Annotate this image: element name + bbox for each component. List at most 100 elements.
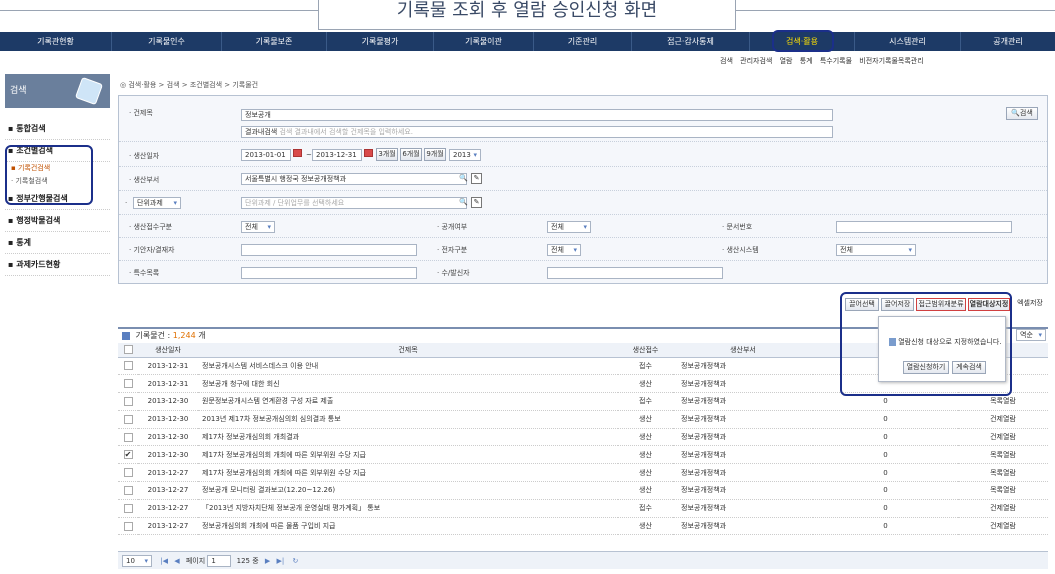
row-title[interactable]: 2013년 제17차 정보공개심의회 심의결과 통보 [198,410,618,429]
refresh-icon[interactable]: ↻ [293,557,299,565]
sidebar-item-conditional-search[interactable]: ▪ 조건별검색 [5,140,110,162]
dept-input[interactable]: 서울특별시 행정국 정보공개정책과 [241,173,467,185]
subnav-nonelectronic[interactable]: 비전자기록물목록관리 [859,57,923,65]
etype-select[interactable]: 전체 [547,244,581,256]
subnav-admin-search[interactable]: 관리자검색 [740,57,772,65]
table-row[interactable]: 2013-12-27 제17차 정보공개심의회 개최에 따른 외부위원 수당 지급… [118,463,1048,483]
sidebar-item-task-card[interactable]: ▪ 과제카드현황 [5,254,110,276]
checkbox[interactable] [123,396,133,406]
nav-item-disclosure[interactable]: 공개관리 [961,32,1055,51]
row-title[interactable]: 제17차 정보공개심의회 개최에 따른 외부위원 수당 지급 [198,463,618,483]
row-title[interactable]: 원문정보공개시스템 연계환경 구성 자료 제출 [198,392,618,411]
header-date[interactable]: 생산일자 [138,343,198,358]
excel-save-button[interactable]: 엑셀저장 [1012,298,1048,311]
apply-view-button[interactable]: 열람신청하기 [903,361,949,374]
checkbox[interactable] [123,521,133,531]
subnav-stats[interactable]: 통계 [800,57,813,65]
title-input[interactable]: 정보공개 [241,109,833,121]
row-checkbox[interactable] [118,410,138,429]
row-view[interactable]: 목록열람 [958,392,1048,411]
subnav-special[interactable]: 특수기록물 [820,57,852,65]
table-row[interactable]: ✔ 2013-12-30 제17차 정보공개심의회 개최에 따른 외부위원 수당 지… [118,445,1048,465]
nav-item-evaluation[interactable]: 기록물평가 [327,32,434,51]
year-select[interactable]: 2013 [449,149,481,161]
search-button[interactable]: 🔍검색 [1006,107,1038,120]
subnav-viewing[interactable]: 열람 [780,57,793,65]
row-checkbox[interactable] [118,392,138,411]
checkbox[interactable]: ✔ [123,450,133,460]
task-select[interactable]: 단위과제 [133,197,181,209]
last-page-icon[interactable]: ▶| [277,557,285,565]
nav-item-intake[interactable]: 기록물인수 [112,32,222,51]
nav-item-search-use[interactable]: 검색·활용 [750,32,855,51]
page-input[interactable]: 1 [207,555,232,567]
edit-icon[interactable]: ✎ [471,197,482,208]
row-checkbox[interactable]: ✔ [118,445,138,465]
row-title[interactable]: 정보공개시스템 서비스데스크 이용 안내 [198,357,618,376]
row-view[interactable]: 건제열람 [958,517,1048,536]
header-title[interactable]: 건제목 [198,343,618,358]
receive-select[interactable]: 전체 [241,221,275,233]
9-month-button[interactable]: 9개월 [424,148,446,161]
nav-item-standards[interactable]: 기준관리 [534,32,632,51]
row-title[interactable]: 정보공개 모니터링 결과보고(12.20~12.26) [198,481,618,500]
calendar-icon[interactable] [293,148,302,158]
3-month-button[interactable]: 3개월 [376,148,398,161]
drag-select-button[interactable]: 끌어선택 [845,298,879,311]
sidebar-subitem-file-search[interactable]: · 기록철검색 [5,175,110,188]
system-select[interactable]: 전체 [836,244,916,256]
access-reclassify-button[interactable]: 접근범위재분류 [916,298,966,311]
row-checkbox[interactable] [118,481,138,500]
row-view[interactable]: 목록열람 [958,481,1048,500]
row-view[interactable]: 건제열람 [958,428,1048,447]
header-dept[interactable]: 생산부서 [673,343,813,358]
row-title[interactable]: 제17차 정보공개심의회 개최결과 [198,428,618,447]
sidebar-subitem-record-search[interactable]: ▪ 기록건검색 [5,162,110,175]
calendar-icon[interactable] [364,148,373,158]
row-view[interactable]: 목록열람 [958,445,1048,465]
checkbox[interactable] [123,503,133,513]
date-from-input[interactable]: 2013-01-01 [241,149,291,161]
row-checkbox[interactable] [118,463,138,483]
subnav-search[interactable]: 검색 [720,57,733,65]
table-row[interactable]: 2013-12-27 「2013년 지방자치단체 정보공개 운영실태 평가계획」 … [118,499,1048,518]
checkbox[interactable] [123,361,133,371]
sender-input[interactable] [547,267,723,279]
table-row[interactable]: 2013-12-30 2013년 제17차 정보공개심의회 심의결과 통보 생산 정보… [118,410,1048,429]
magnifier-icon[interactable]: 🔍 [459,198,468,206]
row-view[interactable]: 건제열람 [958,410,1048,429]
row-view[interactable]: 목록열람 [958,463,1048,483]
row-checkbox[interactable] [118,357,138,376]
nav-item-transfer[interactable]: 기록물이관 [434,32,534,51]
docno-input[interactable] [836,221,1012,233]
header-type[interactable]: 생산접수 [618,343,673,358]
checkbox[interactable] [123,432,133,442]
header-checkbox[interactable] [118,343,138,358]
nav-item-records-status[interactable]: 기록관현황 [0,32,112,51]
table-row[interactable]: 2013-12-27 정보공개 모니터링 결과보고(12.20~12.26) 생산 정… [118,481,1048,500]
table-row[interactable]: 2013-12-30 제17차 정보공개심의회 개최결과 생산 정보공개정책과 0 건제열… [118,428,1048,447]
special-input[interactable] [241,267,417,279]
nav-item-access-audit[interactable]: 접근·감사통제 [632,32,750,51]
result-search-input[interactable]: 결과내검색 검색 결과내에서 검색할 건제목을 입력하세요. [241,126,833,138]
continue-search-button[interactable]: 계속검색 [952,361,986,374]
prev-page-icon[interactable]: ◀ [174,557,179,565]
checkbox[interactable] [123,485,133,495]
magnifier-icon[interactable]: 🔍 [459,174,468,182]
checkbox[interactable] [123,379,133,389]
row-title[interactable]: 정보공개심의회 개최에 따른 물품 구입비 지급 [198,517,618,536]
date-to-input[interactable]: 2013-12-31 [312,149,362,161]
checkbox[interactable] [123,468,133,478]
sidebar-item-artifact[interactable]: ▪ 행정박물검색 [5,210,110,232]
table-row[interactable]: 2013-12-27 정보공개심의회 개최에 따른 물품 구입비 지급 생산 정보공개… [118,517,1048,536]
edit-icon[interactable]: ✎ [471,173,482,184]
view-target-button[interactable]: 열람대상지정 [968,298,1010,311]
sidebar-item-gov-publication[interactable]: ▪ 정부간행물검색 [5,188,110,210]
page-size-select[interactable]: 10 [122,555,152,567]
row-title[interactable]: 「2013년 지방자치단체 정보공개 운영실태 평가계획」 통보 [198,499,618,518]
row-checkbox[interactable] [118,517,138,536]
public-select[interactable]: 전체 [547,221,591,233]
row-checkbox[interactable] [118,428,138,447]
checkbox[interactable] [123,414,133,424]
row-title[interactable]: 제17차 정보공개심의회 개최에 따른 외부위원 수당 지급 [198,445,618,465]
